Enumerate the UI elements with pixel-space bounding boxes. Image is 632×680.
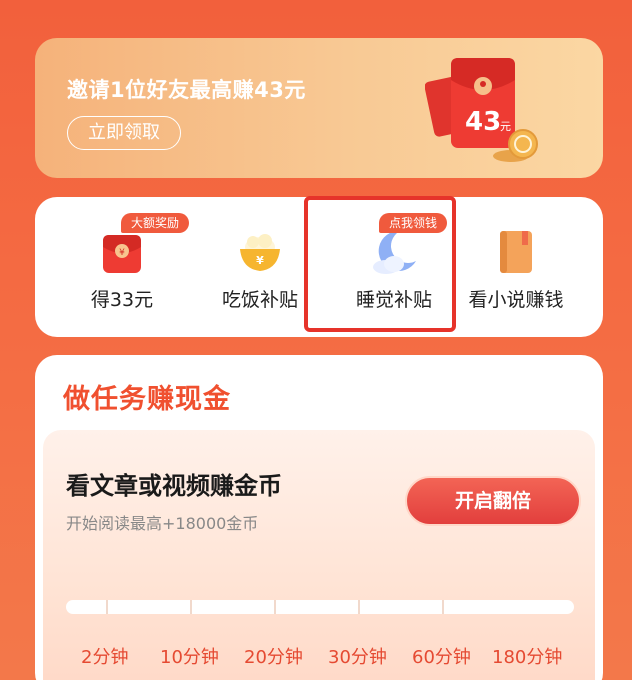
moon-cloud-icon bbox=[373, 230, 416, 274]
segment-divider bbox=[190, 600, 192, 614]
section-title: 做任务赚现金 bbox=[63, 384, 231, 415]
segment-divider bbox=[274, 600, 276, 614]
promo-tag: 大额奖励 bbox=[121, 213, 190, 233]
quick-action-label: 睡觉补贴 bbox=[355, 289, 432, 311]
red-envelope-icon: ¥ bbox=[103, 235, 141, 273]
task-title: 看文章或视频赚金币 bbox=[66, 472, 282, 500]
time-milestone: 30分钟 bbox=[328, 647, 387, 668]
svg-text:¥: ¥ bbox=[256, 254, 264, 267]
quick-action-label: 看小说赚钱 bbox=[468, 289, 564, 311]
quick-action-label: 吃饭补贴 bbox=[221, 289, 298, 311]
promo-tag: 点我领钱 bbox=[379, 213, 448, 233]
envelope-amount: 43 bbox=[465, 107, 501, 137]
claim-now-button[interactable]: 立即领取 bbox=[67, 116, 181, 150]
segment-divider bbox=[442, 600, 444, 614]
invite-banner[interactable]: 邀请1位好友最高赚43元 立即领取 43 元 bbox=[35, 38, 603, 178]
time-milestone: 2分钟 bbox=[81, 647, 129, 668]
quick-action-meal-subsidy[interactable]: ¥ 吃饭补贴 bbox=[189, 197, 331, 337]
rice-bowl-icon: ¥ bbox=[240, 234, 280, 271]
segment-divider bbox=[106, 600, 108, 614]
envelope-unit: 元 bbox=[500, 120, 511, 133]
reading-progress-track bbox=[66, 600, 574, 614]
time-milestone: 20分钟 bbox=[244, 647, 303, 668]
time-milestone: 180分钟 bbox=[492, 647, 563, 668]
segment-divider bbox=[358, 600, 360, 614]
book-icon bbox=[500, 231, 532, 273]
banner-title: 邀请1位好友最高赚43元 bbox=[67, 78, 306, 102]
quick-action-label: 得33元 bbox=[90, 289, 154, 311]
time-milestone: 60分钟 bbox=[412, 647, 471, 668]
task-card: 看文章或视频赚金币 开始阅读最高+18000金币 开启翻倍 2分钟 10分钟 2… bbox=[43, 430, 595, 680]
tasks-section: 做任务赚现金 看文章或视频赚金币 开始阅读最高+18000金币 开启翻倍 2分钟… bbox=[35, 355, 603, 680]
double-reward-button[interactable]: 开启翻倍 bbox=[405, 476, 581, 526]
svg-text:¥: ¥ bbox=[119, 248, 125, 258]
task-subtitle: 开始阅读最高+18000金币 bbox=[66, 514, 259, 533]
quick-actions-panel: ¥ 得33元 大额奖励 ¥ 吃饭补贴 睡觉补贴 点我领钱 看小说赚钱 bbox=[35, 197, 603, 337]
time-milestone: 10分钟 bbox=[160, 647, 219, 668]
quick-action-read-novel[interactable]: 看小说赚钱 bbox=[445, 197, 587, 337]
red-envelope-icon: 43 元 bbox=[425, 58, 538, 162]
